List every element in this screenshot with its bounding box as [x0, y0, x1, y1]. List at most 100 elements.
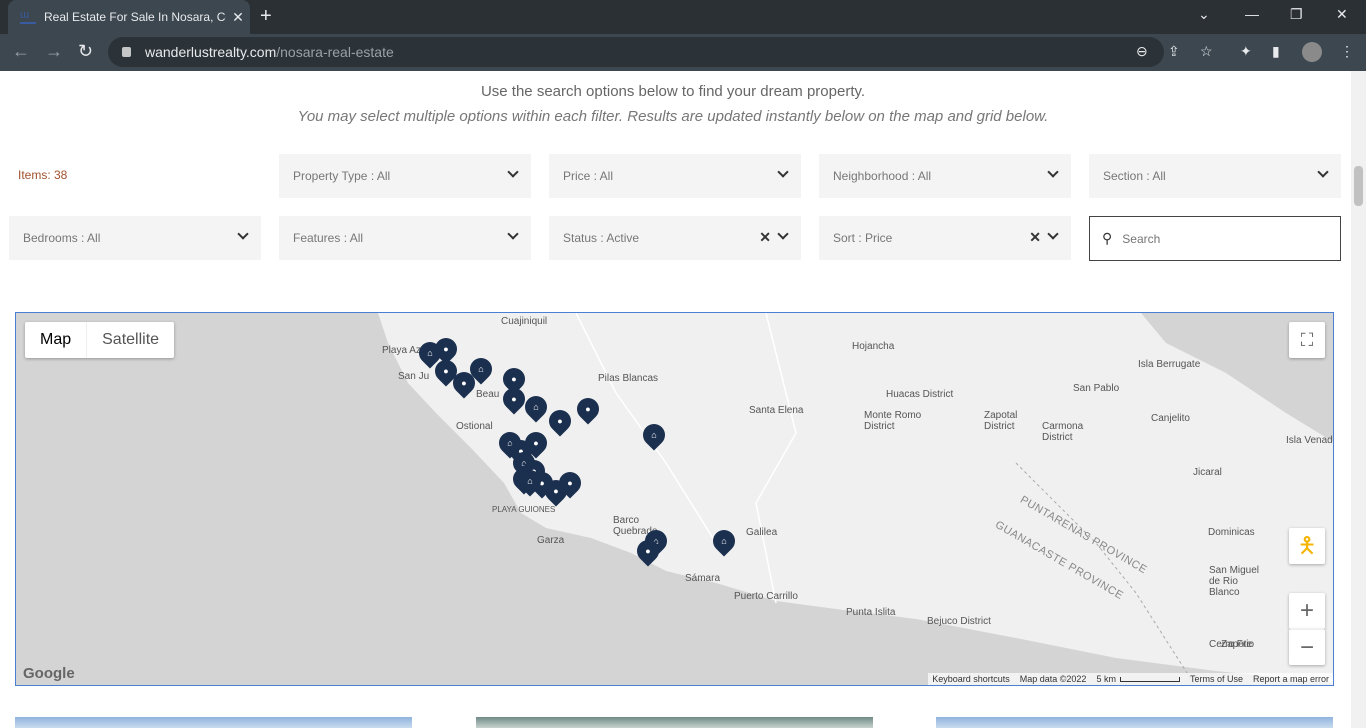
map-base	[16, 313, 1333, 685]
listing-card-image[interactable]	[936, 717, 1333, 728]
filter-dropdown[interactable]: Bedrooms : All	[9, 216, 261, 260]
filter-label: Status : Active	[563, 231, 640, 245]
terms-link[interactable]: Terms of Use	[1190, 674, 1243, 684]
place-label: Beau	[476, 389, 500, 400]
search-input[interactable]	[1122, 231, 1323, 246]
filter-dropdown[interactable]: Status : Active ✕	[549, 216, 801, 260]
ocean	[16, 313, 1333, 685]
listing-card-image[interactable]	[476, 717, 873, 728]
map-data-text: Map data ©2022	[1019, 674, 1087, 684]
satellite-view-button[interactable]: Satellite	[86, 322, 174, 358]
filter-label: Section : All	[1103, 169, 1166, 183]
place-label: San Miguel de Rio Blanco	[1209, 565, 1260, 598]
filter-dropdown[interactable]: Features : All	[279, 216, 531, 260]
map-type-control: Map Satellite	[25, 322, 175, 358]
filter-label: Bedrooms : All	[23, 231, 101, 245]
place-label: Hojancha	[852, 341, 895, 352]
place-label: Cerro Frio	[1209, 639, 1255, 650]
house-icon: ⌂	[478, 364, 484, 374]
clear-filter-icon[interactable]: ✕	[1029, 229, 1041, 246]
tree-icon: ●	[567, 478, 573, 488]
chevron-down-icon	[1047, 228, 1059, 240]
tab-bar: ɯ Real Estate For Sale In Nosara, Co ✕ +…	[0, 0, 1366, 34]
reload-icon[interactable]: ↻	[78, 41, 93, 62]
house-icon: ⌂	[721, 536, 727, 546]
extensions-icon[interactable]: ✦	[1240, 43, 1252, 60]
url-domain: wanderlustrealty.com	[145, 44, 277, 60]
house-icon: ⌂	[527, 476, 533, 486]
place-label: Canjelito	[1151, 413, 1190, 424]
zoom-in-button[interactable]: +	[1289, 593, 1325, 629]
items-count: Items: 38	[18, 168, 68, 182]
report-error-link[interactable]: Report a map error	[1253, 674, 1329, 684]
forward-icon[interactable]: →	[45, 41, 63, 62]
house-icon: ⌂	[533, 402, 539, 412]
zoom-icon[interactable]: ⊖	[1136, 43, 1148, 60]
tab-search-icon[interactable]: ⌄	[1198, 6, 1210, 23]
avatar[interactable]	[1302, 42, 1322, 62]
site-favicon-icon: ɯ	[20, 10, 36, 24]
tree-icon: ●	[443, 366, 449, 376]
place-label: Cuajiniquil	[501, 316, 548, 327]
minimize-icon[interactable]: —	[1245, 6, 1259, 22]
scrollbar-thumb[interactable]	[1354, 166, 1363, 206]
zoom-out-button[interactable]: −	[1289, 629, 1325, 665]
place-label: Pilas Blancas	[598, 373, 659, 384]
new-tab-icon[interactable]: +	[260, 5, 272, 28]
property-map[interactable]: Cuajiniquil Playa Az San Ju Hojancha Pilas B…	[15, 312, 1334, 686]
intro-text: Use the search options below to find you…	[480, 83, 866, 100]
house-icon: ⌂	[651, 430, 657, 440]
place-label: Galilea	[746, 527, 778, 538]
tree-icon: ●	[557, 416, 563, 426]
place-label: Carmona District	[1042, 421, 1084, 443]
page-scrollbar[interactable]	[1351, 71, 1366, 728]
filter-dropdown[interactable]: Section : All	[1089, 154, 1341, 198]
side-panel-icon[interactable]: ▮	[1272, 43, 1280, 60]
restore-icon[interactable]: ❐	[1290, 6, 1303, 23]
place-label: Sámara	[685, 573, 721, 584]
chevron-down-icon	[237, 228, 249, 240]
back-icon[interactable]: ←	[12, 41, 30, 62]
filter-label: Features : All	[293, 231, 364, 245]
keyboard-shortcuts-link[interactable]: Keyboard shortcuts	[932, 674, 1010, 684]
search-box[interactable]: ⚲	[1089, 216, 1341, 261]
chevron-down-icon	[507, 166, 519, 178]
filter-label: Price : All	[563, 169, 614, 183]
google-logo: Google	[23, 665, 75, 682]
close-window-icon[interactable]: ✕	[1336, 6, 1348, 23]
chevron-down-icon	[777, 228, 789, 240]
place-label: Ostional	[456, 421, 493, 432]
lock-icon	[122, 47, 131, 57]
tree-icon: ●	[461, 378, 467, 388]
url-path: /nosara-real-estate	[276, 44, 394, 60]
filter-label: Neighborhood : All	[833, 169, 932, 183]
search-icon: ⚲	[1102, 230, 1113, 246]
place-label: Zapotal District	[984, 410, 1018, 432]
browser-tab[interactable]: ɯ Real Estate For Sale In Nosara, Co ✕	[8, 0, 250, 34]
street-view-pegman-icon[interactable]: 🯅	[1289, 528, 1325, 564]
address-bar[interactable]: wanderlustrealty.com/nosara-real-estate	[108, 37, 1164, 67]
tree-icon: ●	[511, 374, 517, 384]
share-icon[interactable]: ⇪	[1168, 43, 1180, 60]
tree-icon: ●	[585, 404, 591, 414]
bookmark-star-icon[interactable]: ☆	[1200, 43, 1213, 60]
filter-dropdown[interactable]: Price : All	[549, 154, 801, 198]
clear-filter-icon[interactable]: ✕	[759, 229, 771, 246]
filter-dropdown[interactable]: Neighborhood : All	[819, 154, 1071, 198]
filter-label: Sort : Price	[833, 231, 893, 245]
place-label: Playa Az	[382, 345, 421, 356]
map-footer: Keyboard shortcuts Map data ©2022 5 km T…	[928, 673, 1333, 685]
listing-card-image[interactable]	[15, 717, 412, 728]
menu-icon[interactable]: ⋮	[1340, 43, 1354, 60]
fullscreen-icon[interactable]: ⛶	[1289, 322, 1325, 358]
place-label: Punta Islita	[846, 607, 896, 618]
filter-dropdown[interactable]: Sort : Price ✕	[819, 216, 1071, 260]
close-tab-icon[interactable]: ✕	[226, 9, 250, 26]
place-label: San Ju	[398, 371, 430, 382]
map-view-button[interactable]: Map	[25, 322, 86, 358]
scale-bar[interactable]: 5 km	[1096, 674, 1180, 684]
filter-label: Property Type : All	[293, 169, 391, 183]
place-label: Garza	[537, 535, 565, 546]
filter-dropdown[interactable]: Property Type : All	[279, 154, 531, 198]
place-label: Isla Berrugate	[1138, 359, 1201, 370]
